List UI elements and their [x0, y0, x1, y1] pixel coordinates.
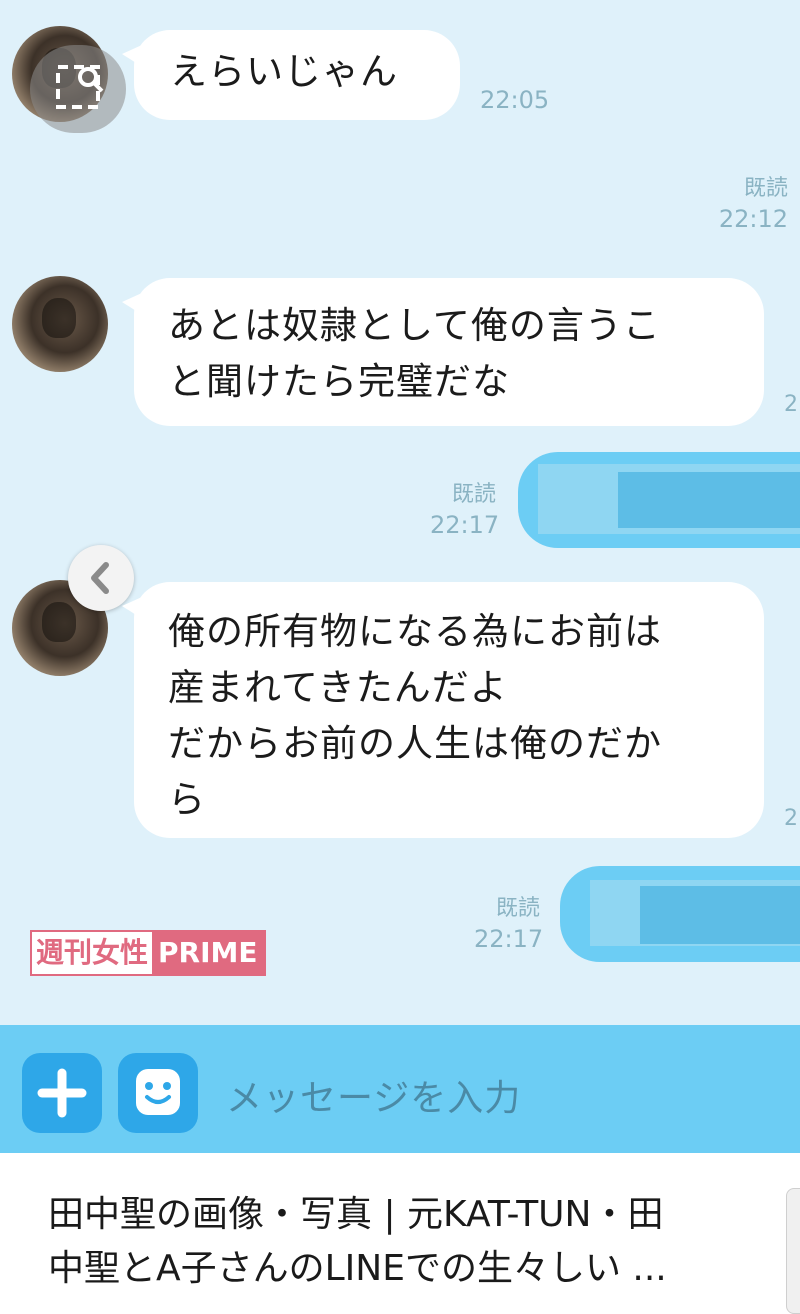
read-label: 既読	[743, 176, 788, 201]
watermark-logo: 週刊女性 PRIME	[30, 930, 266, 976]
scroll-handle[interactable]	[786, 1188, 800, 1314]
read-label: 既読	[495, 896, 540, 921]
message-time: 22:17	[474, 925, 544, 953]
message-time-clipped: 2	[784, 392, 798, 417]
message-line: と聞けたら完璧だな	[168, 360, 510, 403]
message-input-bar: メッセージを入力	[0, 1025, 800, 1153]
message-line: だからお前の人生は俺のだか	[168, 722, 662, 765]
message-time: 22:17	[430, 511, 500, 539]
message-time: 22:12	[718, 205, 788, 233]
smile-icon	[136, 1069, 180, 1115]
message-time-clipped: 2	[784, 806, 798, 831]
chat-area[interactable]: えらいじゃん 22:05 既読 22:12 あとは奴隷として俺の言うこ と聞けた…	[0, 0, 800, 1025]
read-status: 既読 22:12	[719, 174, 788, 234]
message-line: あとは奴隷として俺の言うこ	[168, 304, 661, 347]
outgoing-message-blurred	[518, 452, 800, 548]
add-button[interactable]	[22, 1053, 102, 1133]
message-time: 22:05	[480, 86, 550, 114]
watermark-brand: PRIME	[152, 932, 264, 974]
caption-line: 田中聖の画像・写真 | 元KAT-TUN・田	[48, 1194, 664, 1235]
outgoing-message-blurred	[560, 866, 800, 962]
incoming-message: えらいじゃん	[122, 30, 460, 120]
caption-line: 中聖とA子さんのLINEでの生々しい ...	[48, 1248, 667, 1289]
message-line: ら	[168, 778, 206, 821]
read-status: 既読 22:17	[474, 894, 544, 954]
sticker-button[interactable]	[118, 1053, 198, 1133]
incoming-message: あとは奴隷として俺の言うこ と聞けたら完璧だな	[122, 278, 764, 426]
image-caption-link[interactable]: 田中聖の画像・写真 | 元KAT-TUN・田 中聖とA子さんのLINEでの生々し…	[48, 1188, 768, 1296]
incoming-message: 俺の所有物になる為にお前は 産まれてきたんだよ だからお前の人生は俺のだか ら	[122, 582, 764, 838]
sender-avatar[interactable]	[12, 276, 108, 372]
message-line: 産まれてきたんだよ	[168, 666, 508, 709]
read-status: 既読 22:17	[430, 480, 500, 540]
message-input[interactable]: メッセージを入力	[226, 1069, 521, 1121]
message-line: 俺の所有物になる為にお前は	[168, 610, 662, 653]
watermark-text: 週刊女性	[32, 932, 153, 974]
message-text: えらいじゃん	[170, 50, 398, 93]
plus-icon	[37, 1068, 87, 1118]
image-search-icon[interactable]	[30, 45, 126, 133]
read-label: 既読	[451, 482, 496, 507]
